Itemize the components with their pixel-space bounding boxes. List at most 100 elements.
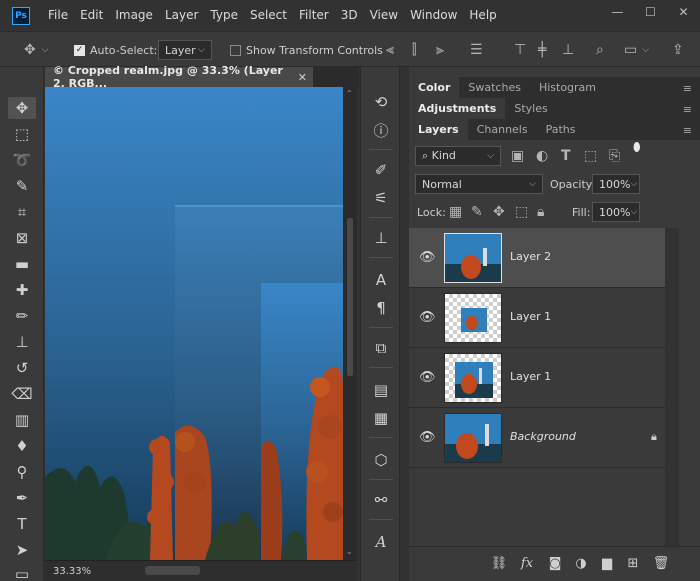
notes-panel-icon[interactable]: ▦: [368, 407, 394, 429]
tab-adjustments[interactable]: Adjustments: [409, 98, 506, 119]
healing-brush-tool-icon[interactable]: ✚: [8, 279, 36, 301]
menu-image[interactable]: Image: [109, 0, 159, 31]
tab-layers[interactable]: Layers: [409, 119, 468, 140]
tab-styles[interactable]: Styles: [505, 98, 556, 119]
filter-smart-object-icon[interactable]: ⎘: [609, 148, 620, 164]
lasso-tool-icon[interactable]: ➰: [8, 149, 36, 171]
menu-file[interactable]: File: [42, 0, 74, 31]
layer-row-background[interactable]: 👁︎ Background 🔒︎: [409, 408, 665, 468]
brush-tool-icon[interactable]: ✏: [8, 305, 36, 327]
path-selection-tool-icon[interactable]: ➤: [8, 539, 36, 561]
canvas-vertical-scrollbar[interactable]: ⌃ ⌄: [343, 87, 357, 560]
clone-source-panel-icon[interactable]: ⊥: [368, 227, 394, 249]
layer-name[interactable]: Layer 2: [510, 250, 551, 263]
menu-view[interactable]: View: [364, 0, 404, 31]
tab-swatches[interactable]: Swatches: [459, 77, 530, 98]
lock-artboard-icon[interactable]: ⬚: [515, 204, 528, 220]
align-top-icon[interactable]: ⊤: [514, 32, 526, 68]
menu-filter[interactable]: Filter: [293, 0, 335, 31]
align-right-icon[interactable]: ⫸: [436, 32, 444, 68]
paragraph-panel-icon[interactable]: ¶: [368, 297, 394, 319]
layer-name[interactable]: Layer 1: [510, 310, 551, 323]
history-brush-tool-icon[interactable]: ↺: [8, 357, 36, 379]
menu-3d[interactable]: 3D: [335, 0, 364, 31]
pen-tool-icon[interactable]: ✒: [8, 487, 36, 509]
close-button[interactable]: ✕: [667, 0, 700, 24]
new-adjustment-layer-icon[interactable]: ◑: [571, 556, 591, 574]
filter-adjustment-icon[interactable]: ◐: [536, 148, 548, 164]
panel-menu-icon[interactable]: ≡: [683, 124, 692, 137]
layers-scrollbar[interactable]: [665, 228, 679, 546]
menu-layer[interactable]: Layer: [159, 0, 204, 31]
layer-name[interactable]: Layer 1: [510, 370, 551, 383]
filter-type-icon[interactable]: T: [561, 148, 571, 164]
eye-icon[interactable]: 👁︎: [419, 250, 436, 266]
eye-icon[interactable]: 👁︎: [419, 430, 436, 446]
link-layers-icon[interactable]: ⛓: [489, 556, 509, 574]
tab-paths[interactable]: Paths: [537, 119, 585, 140]
move-tool-icon[interactable]: ✥: [8, 97, 36, 119]
delete-layer-icon[interactable]: 🗑︎: [651, 556, 671, 574]
document-tab[interactable]: © Cropped realm.jpg @ 33.3% (Layer 2, RG…: [45, 64, 313, 90]
lock-all-icon[interactable]: 🔒︎: [537, 204, 544, 220]
menu-window[interactable]: Window: [404, 0, 463, 31]
panel-menu-icon[interactable]: ≡: [683, 82, 692, 95]
eye-icon[interactable]: 👁︎: [419, 310, 436, 326]
layer-row-layer-1-b[interactable]: 👁︎ Layer 1: [409, 348, 665, 408]
distribute-horizontal-icon[interactable]: ☰: [470, 32, 483, 68]
tab-histogram[interactable]: Histogram: [530, 77, 605, 98]
brush-settings-panel-icon[interactable]: ✐: [368, 159, 394, 181]
properties-panel-icon[interactable]: ⚟: [368, 187, 394, 209]
menu-help[interactable]: Help: [463, 0, 502, 31]
new-group-icon[interactable]: ▆: [597, 556, 617, 574]
lock-position-icon[interactable]: ✥: [493, 204, 505, 220]
dodge-tool-icon[interactable]: ⚲: [8, 461, 36, 483]
layer-name[interactable]: Background: [510, 430, 576, 443]
search-icon[interactable]: ⌕: [596, 32, 604, 68]
tab-color[interactable]: Color: [409, 77, 460, 98]
auto-select-target-dropdown[interactable]: Layer ⌵: [158, 40, 212, 60]
share-icon[interactable]: ⇪: [672, 32, 684, 68]
menu-select[interactable]: Select: [244, 0, 293, 31]
eye-icon[interactable]: 👁︎: [419, 370, 436, 386]
new-layer-icon[interactable]: ⊞: [623, 556, 643, 574]
eraser-tool-icon[interactable]: ⌫: [8, 383, 36, 405]
close-tab-icon[interactable]: ✕: [298, 71, 307, 84]
move-tool-preset-icon[interactable]: ✥ ⌵: [24, 32, 49, 68]
timeline-panel-icon[interactable]: ⚯: [368, 489, 394, 511]
menu-edit[interactable]: Edit: [74, 0, 109, 31]
lock-transparent-icon[interactable]: ▦: [449, 204, 462, 220]
minimize-button[interactable]: —: [601, 0, 634, 24]
menu-type[interactable]: Type: [204, 0, 244, 31]
filter-shape-icon[interactable]: ⬚: [584, 148, 597, 164]
clone-stamp-tool-icon[interactable]: ⊥: [8, 331, 36, 353]
horizontal-scroll-thumb[interactable]: [145, 566, 200, 575]
frame-tool-icon[interactable]: ⊠: [8, 227, 36, 249]
glyphs-panel-icon[interactable]: A: [368, 531, 394, 553]
rectangle-tool-icon[interactable]: ▭: [8, 563, 36, 581]
3d-cube-icon[interactable]: ⬡: [368, 449, 394, 471]
align-middle-icon[interactable]: ╪: [538, 32, 546, 68]
canvas[interactable]: [45, 87, 343, 560]
fill-input[interactable]: 100% ⌵: [592, 202, 640, 222]
gradient-tool-icon[interactable]: ▥: [8, 409, 36, 431]
layer-row-layer-2[interactable]: 👁︎ Layer 2: [409, 228, 665, 288]
blend-mode-dropdown[interactable]: Normal ⌵: [415, 174, 543, 194]
history-panel-icon[interactable]: ⟲: [368, 91, 394, 113]
opacity-input[interactable]: 100% ⌵: [592, 174, 640, 194]
zoom-level[interactable]: 33.33%: [53, 566, 91, 577]
libraries-panel-icon[interactable]: ▤: [368, 379, 394, 401]
3d-panel-icon[interactable]: ⧉: [368, 337, 394, 359]
scroll-thumb[interactable]: [346, 217, 354, 377]
align-center-icon[interactable]: ⫿: [412, 32, 416, 68]
filter-kind-dropdown[interactable]: ⌕ Kind ⌵: [415, 146, 501, 166]
blur-tool-icon[interactable]: ♦: [8, 435, 36, 457]
tab-channels[interactable]: Channels: [468, 119, 537, 140]
align-left-icon[interactable]: ⫷: [386, 32, 394, 68]
fx-icon[interactable]: fx: [517, 556, 537, 574]
scroll-up-icon[interactable]: ⌃: [346, 89, 353, 98]
scroll-down-icon[interactable]: ⌄: [346, 547, 353, 556]
auto-select-checkbox[interactable]: ✓ Auto-Select:: [74, 32, 157, 68]
filter-pixel-icon[interactable]: ▣: [511, 148, 524, 164]
marquee-tool-icon[interactable]: ⬚: [8, 123, 36, 145]
